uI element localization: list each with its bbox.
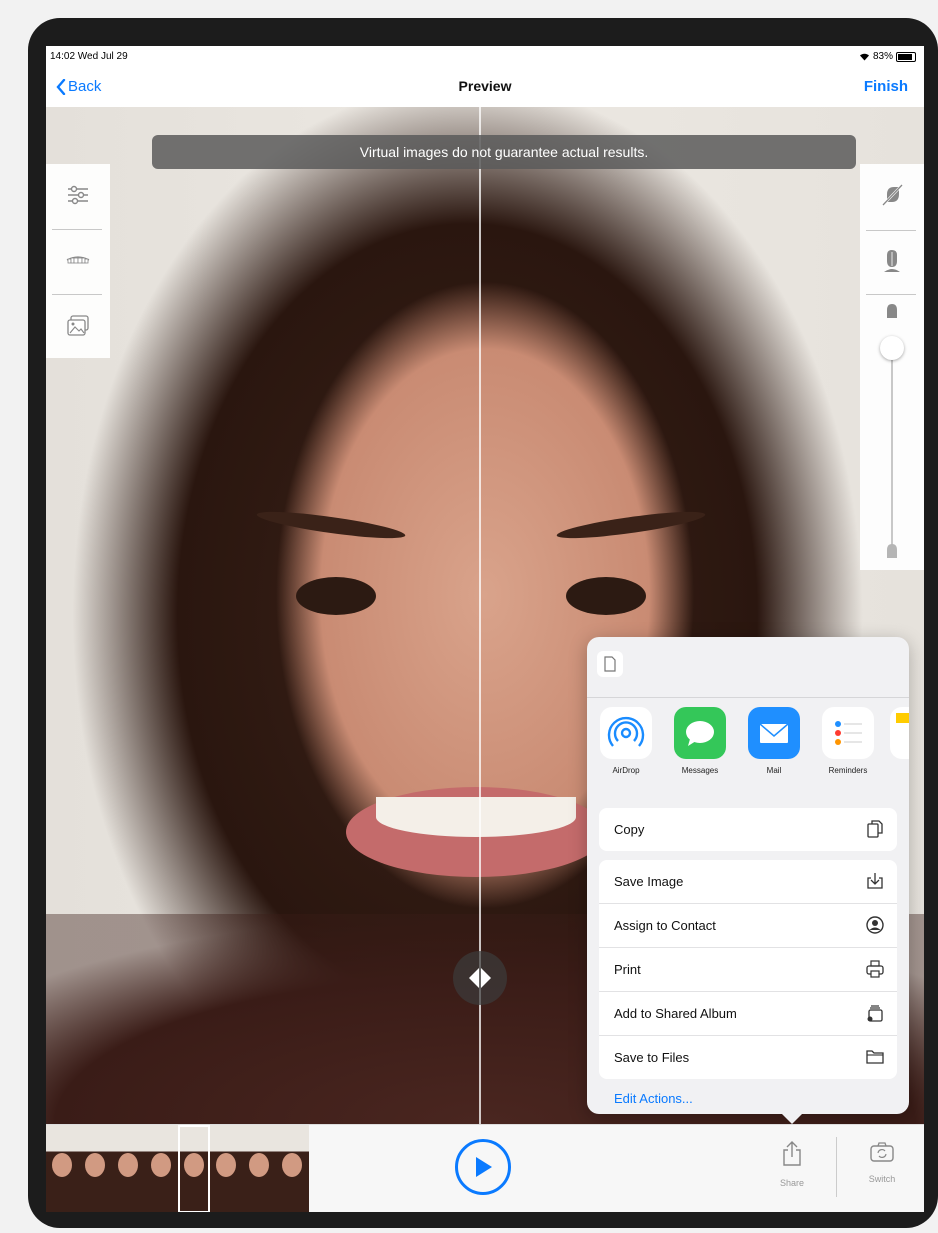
film-frame[interactable] [210,1125,244,1212]
intensity-max-icon [887,304,897,318]
app-label: Mail [766,766,782,775]
filmstrip[interactable] [46,1125,309,1212]
popover-arrow [782,1114,802,1124]
play-icon [476,1157,492,1177]
share-sheet: AirDrop Messages Mail Reminders Copy Sav… [587,637,909,1124]
left-eyebrow [255,506,407,544]
intensity-min-icon [887,544,897,558]
no-retouch-button[interactable] [860,164,924,226]
save-files-action[interactable]: Save to Files [599,1036,897,1079]
film-frame[interactable] [111,1125,145,1212]
switch-camera-button[interactable]: Switch [852,1141,912,1184]
teeth [376,797,576,837]
toolbar-separator [866,294,916,295]
contact-icon [866,916,884,934]
print-action[interactable]: Print [599,948,897,992]
left-eye [296,577,376,615]
share-button[interactable]: Share [762,1141,822,1188]
right-eyebrow [555,506,707,544]
wifi-icon [859,53,869,61]
mail-icon [748,707,800,759]
share-app-messages[interactable]: Messages [668,707,732,775]
airdrop-icon [600,707,652,759]
film-frame-selected[interactable] [177,1125,211,1212]
share-icon [783,1141,801,1166]
play-button[interactable] [455,1139,511,1195]
app-screen: 14:02 Wed Jul 29 83% Back Preview Finish… [46,46,924,1212]
share-label: Share [779,1178,805,1188]
copy-card: Copy [599,808,897,851]
switch-camera-icon [870,1142,894,1162]
save-image-action[interactable]: Save Image [599,860,897,904]
save-image-icon [867,873,883,889]
shared-album-icon [867,1005,883,1022]
document-preview [597,651,623,677]
document-icon [604,656,616,672]
compare-arrows-icon [469,968,491,988]
navigation-bar: Back Preview Finish [46,66,924,106]
gallery-button[interactable] [46,295,110,357]
action-label: Save Image [614,874,684,889]
bottom-toolbar: Share Switch [46,1124,924,1212]
edit-actions-link[interactable]: Edit Actions... [614,1091,693,1106]
battery-icon [896,51,916,62]
film-frame[interactable] [144,1125,178,1212]
copy-icon [867,820,883,838]
right-toolbar [860,164,924,570]
sliders-icon [68,185,88,205]
app-label: AirDrop [612,766,640,775]
no-retouch-icon [882,184,903,206]
action-label: Print [614,962,641,977]
action-label: Copy [614,822,645,837]
action-label: Assign to Contact [614,918,716,933]
intensity-slider-track [891,354,893,554]
app-label: Messages [681,766,719,775]
page-title: Preview [458,78,512,94]
battery-percent: 83% [872,51,893,62]
share-app-airdrop[interactable]: AirDrop [594,707,658,775]
right-eye [566,577,646,615]
share-app-row: AirDrop Messages Mail Reminders [587,707,909,787]
gallery-icon [67,315,89,336]
teeth-button[interactable] [46,230,110,292]
share-app-reminders[interactable]: Reminders [816,707,880,775]
assign-contact-action[interactable]: Assign to Contact [599,904,897,948]
teeth-icon [66,256,90,264]
copy-action[interactable]: Copy [599,808,897,851]
app-label: Reminders [828,766,868,775]
shared-album-action[interactable]: Add to Shared Album [599,992,897,1036]
toolbar-separator [836,1137,837,1197]
status-bar: 14:02 Wed Jul 29 83% [46,46,924,66]
switch-label: Switch [868,1174,896,1184]
film-frame[interactable] [46,1125,79,1212]
finish-button[interactable]: Finish [864,78,908,95]
messages-icon [674,707,726,759]
folder-icon [866,1050,884,1064]
intensity-slider-thumb[interactable] [880,336,904,360]
compare-handle[interactable] [453,951,507,1005]
status-time: 14:02 Wed Jul 29 [50,51,128,62]
face-button[interactable] [860,230,924,292]
film-frame[interactable] [243,1125,277,1212]
left-toolbar [46,164,110,358]
print-icon [866,960,884,978]
notes-icon [890,707,909,759]
action-label: Add to Shared Album [614,1006,737,1021]
reminders-icon [822,707,874,759]
disclaimer-banner: Virtual images do not guarantee actual r… [152,135,856,169]
face-outline-icon [884,250,900,272]
film-frame[interactable] [276,1125,309,1212]
adjust-button[interactable] [46,164,110,226]
share-app-mail[interactable]: Mail [742,707,806,775]
share-sheet-header [587,637,909,698]
battery-status: 83% [859,51,916,62]
actions-card: Save Image Assign to Contact Print Add t… [599,860,897,1079]
film-frame[interactable] [78,1125,112,1212]
action-label: Save to Files [614,1050,690,1065]
share-app-notes-partial[interactable] [890,707,909,759]
